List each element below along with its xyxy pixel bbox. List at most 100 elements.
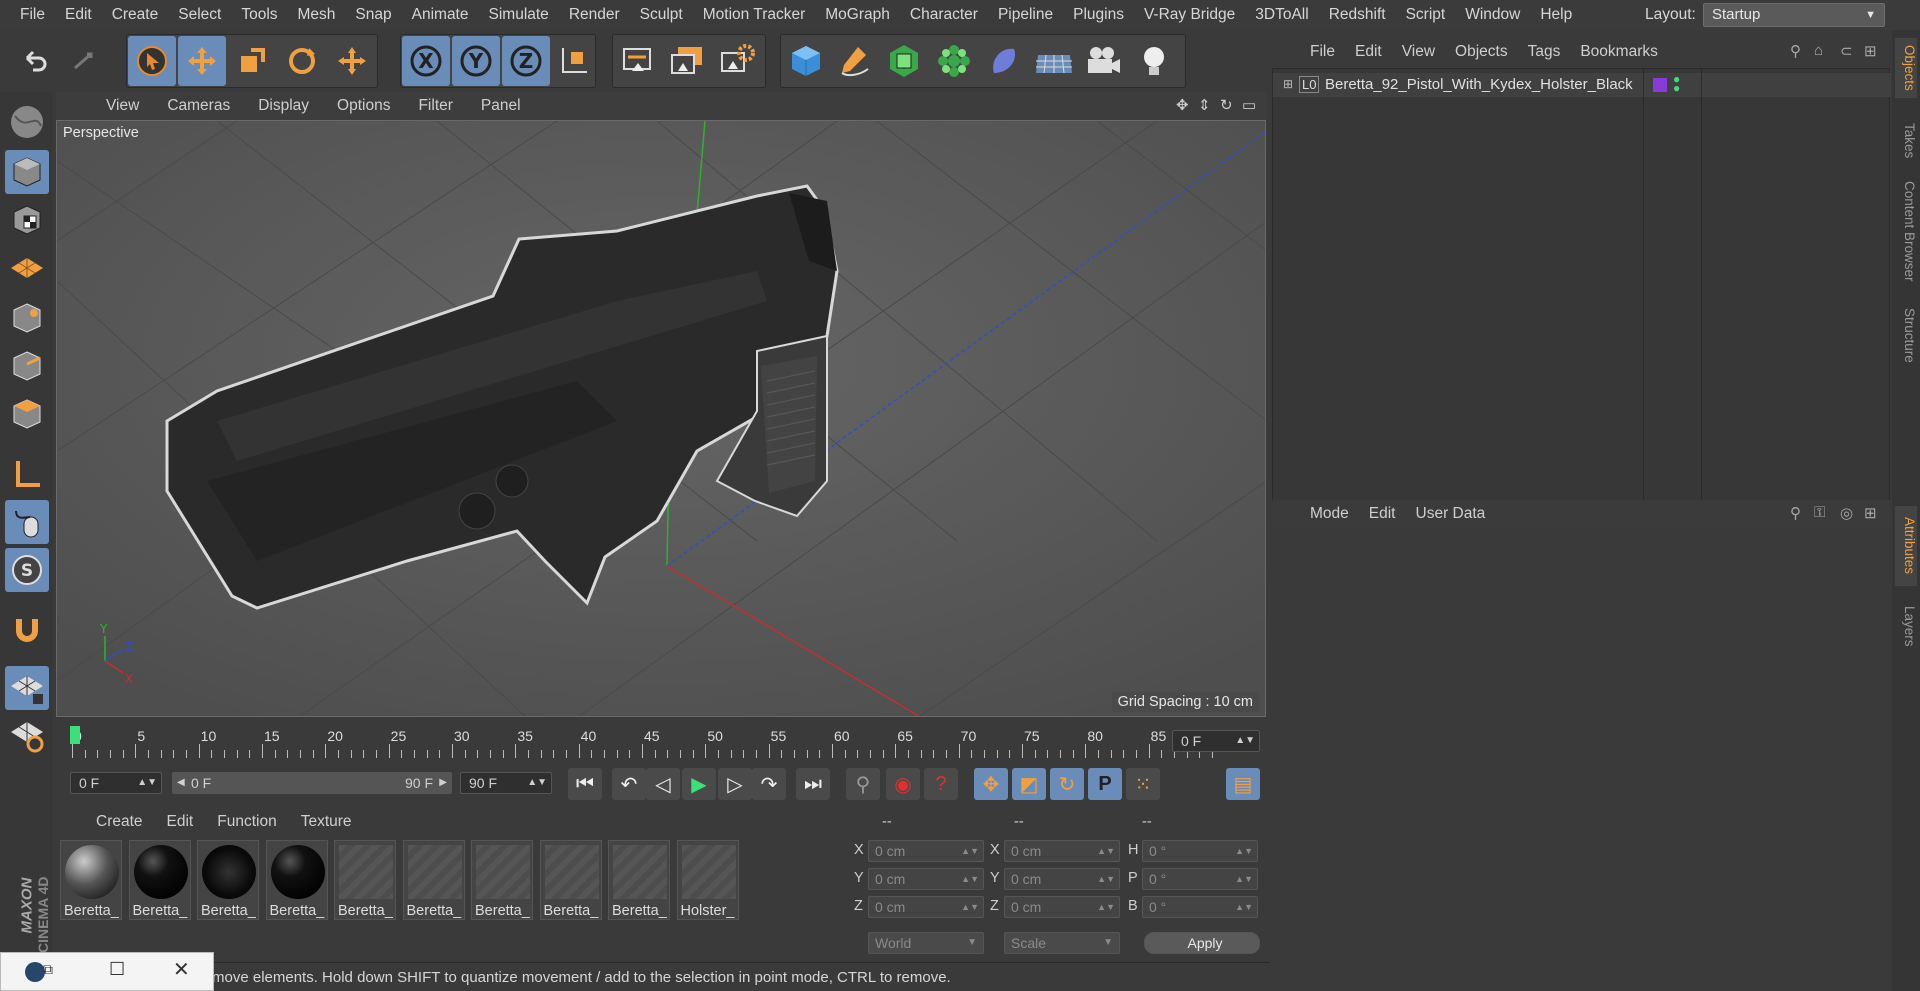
menu-3dtoall[interactable]: 3DToAll bbox=[1245, 0, 1318, 30]
solo-button[interactable]: S bbox=[5, 548, 49, 592]
world-dropdown[interactable]: World ▼ bbox=[868, 932, 984, 954]
y-axis-button[interactable]: Y bbox=[452, 36, 500, 86]
menu-select[interactable]: Select bbox=[168, 0, 231, 30]
menu-v-ray-bridge[interactable]: V-Ray Bridge bbox=[1134, 0, 1245, 30]
render-picture-viewer-button[interactable] bbox=[664, 36, 712, 86]
cube-button[interactable] bbox=[782, 36, 830, 86]
material-menu-create[interactable]: Create bbox=[84, 813, 155, 831]
locked-workplane-button[interactable] bbox=[5, 666, 49, 710]
zoom-view-icon[interactable]: ⇕ bbox=[1198, 96, 1211, 114]
target-icon[interactable]: ◎ bbox=[1840, 504, 1853, 522]
move-view-icon[interactable]: ✥ bbox=[1176, 96, 1189, 114]
subdivision-button[interactable] bbox=[880, 36, 928, 86]
viewport-menu-options[interactable]: Options bbox=[323, 97, 404, 115]
coord-value-field[interactable]: 0 cm ▲▼ bbox=[1004, 896, 1120, 918]
previous-key-button[interactable]: ↶ bbox=[612, 768, 646, 800]
material-swatch[interactable]: Holster_ bbox=[676, 840, 739, 920]
menu-window[interactable]: Window bbox=[1455, 0, 1530, 30]
coord-value-field[interactable]: 0 cm ▲▼ bbox=[1004, 840, 1120, 862]
menu-plugins[interactable]: Plugins bbox=[1063, 0, 1134, 30]
menu-create[interactable]: Create bbox=[102, 0, 169, 30]
menu-mograph[interactable]: MoGraph bbox=[815, 0, 900, 30]
snap-button[interactable] bbox=[5, 608, 49, 652]
menu-file[interactable]: File bbox=[10, 0, 55, 30]
workplane-button[interactable] bbox=[5, 246, 49, 290]
play-button[interactable]: ▶ bbox=[682, 768, 716, 800]
key-scale-button[interactable]: ◩ bbox=[1012, 768, 1046, 800]
layout-select[interactable]: Startup ▼ bbox=[1703, 3, 1885, 27]
menu-animate[interactable]: Animate bbox=[402, 0, 479, 30]
menu-character[interactable]: Character bbox=[900, 0, 988, 30]
menu-help[interactable]: Help bbox=[1530, 0, 1582, 30]
menu-script[interactable]: Script bbox=[1396, 0, 1456, 30]
material-swatch[interactable]: Beretta_ bbox=[539, 840, 602, 920]
visibility-dots-icon[interactable]: ● ● bbox=[1673, 73, 1680, 94]
go-to-end-button[interactable]: ⏭ bbox=[796, 768, 830, 800]
tweak-mode-button[interactable] bbox=[5, 500, 49, 544]
object-list[interactable]: ⊞ L0 Beretta_92_Pistol_With_Kydex_Holste… bbox=[1272, 68, 1891, 525]
material-swatch[interactable]: Beretta_ bbox=[471, 840, 533, 920]
next-key-button[interactable]: ↷ bbox=[752, 768, 786, 800]
deformer-button[interactable] bbox=[980, 36, 1028, 86]
tab-structure[interactable]: Structure bbox=[1895, 300, 1917, 370]
x-axis-button[interactable]: X bbox=[402, 36, 450, 86]
render-settings-button[interactable] bbox=[714, 36, 762, 86]
coord-value-field[interactable]: 0 cm ▲▼ bbox=[868, 840, 984, 862]
menu-tools[interactable]: Tools bbox=[231, 0, 287, 30]
material-swatch[interactable]: Beretta_ bbox=[197, 840, 259, 920]
material-swatch[interactable]: Beretta_ bbox=[334, 840, 396, 920]
lock-icon[interactable]: ⚿ bbox=[1814, 504, 1825, 521]
tab-content-browser[interactable]: Content Browser bbox=[1895, 176, 1917, 286]
coord-value-field[interactable]: 0 ° ▲▼ bbox=[1142, 868, 1258, 890]
maximize-view-icon[interactable]: ▭ bbox=[1242, 96, 1256, 114]
undo-button[interactable] bbox=[10, 36, 58, 86]
back-icon[interactable]: ⊂ bbox=[1840, 42, 1853, 60]
autokey-button[interactable]: ◉ bbox=[886, 768, 920, 800]
redo-button[interactable] bbox=[60, 36, 108, 86]
object-menu-file[interactable]: File bbox=[1300, 43, 1345, 61]
texture-mode-button[interactable] bbox=[5, 198, 49, 242]
menu-sculpt[interactable]: Sculpt bbox=[630, 0, 693, 30]
menu-snap[interactable]: Snap bbox=[345, 0, 401, 30]
pen-button[interactable] bbox=[830, 36, 878, 86]
axis-mode-button[interactable] bbox=[5, 452, 49, 496]
search-icon[interactable]: ⚲ bbox=[1790, 504, 1801, 522]
material-swatch[interactable]: Beretta_ bbox=[402, 840, 465, 920]
select-tool-button[interactable] bbox=[128, 36, 176, 86]
material-menu-texture[interactable]: Texture bbox=[289, 813, 364, 831]
menu-edit[interactable]: Edit bbox=[55, 0, 102, 30]
menu-motion-tracker[interactable]: Motion Tracker bbox=[693, 0, 816, 30]
new-panel-icon[interactable]: ⊞ bbox=[1864, 42, 1877, 60]
key-position-button[interactable]: ✥ bbox=[974, 768, 1008, 800]
expand-icon[interactable]: ⊞ bbox=[1283, 77, 1293, 91]
coord-value-field[interactable]: 0 ° ▲▼ bbox=[1142, 840, 1258, 862]
coordinate-system-button[interactable] bbox=[550, 36, 598, 86]
coord-value-field[interactable]: 0 cm ▲▼ bbox=[1004, 868, 1120, 890]
search-icon[interactable]: ⚲ bbox=[1790, 42, 1801, 60]
new-panel-icon[interactable]: ⊞ bbox=[1864, 504, 1877, 522]
object-menu-edit[interactable]: Edit bbox=[1345, 43, 1392, 61]
key-rotation-button[interactable]: ↻ bbox=[1050, 768, 1084, 800]
planar-workplane-button[interactable] bbox=[5, 714, 49, 758]
camera-button[interactable] bbox=[1080, 36, 1128, 86]
material-swatch[interactable]: Beretta_ bbox=[128, 840, 191, 920]
edges-mode-button[interactable] bbox=[5, 344, 49, 388]
light-button[interactable] bbox=[1130, 36, 1178, 86]
material-swatch[interactable]: Beretta_ bbox=[60, 840, 122, 920]
coord-value-field[interactable]: 0 ° ▲▼ bbox=[1142, 896, 1258, 918]
material-swatch[interactable]: Beretta_ bbox=[608, 840, 670, 920]
object-name[interactable]: Beretta_92_Pistol_With_Kydex_Holster_Bla… bbox=[1325, 76, 1633, 93]
tab-attributes[interactable]: Attributes bbox=[1895, 506, 1917, 586]
menu-simulate[interactable]: Simulate bbox=[479, 0, 559, 30]
current-frame-field[interactable]: 0 F ▲▼ bbox=[1172, 730, 1260, 752]
rotate-view-icon[interactable]: ↻ bbox=[1220, 96, 1233, 114]
menu-render[interactable]: Render bbox=[559, 0, 630, 30]
restore-icon[interactable]: ⧉ bbox=[43, 961, 53, 978]
viewport-menu-view[interactable]: View bbox=[92, 97, 153, 115]
attribute-menu-mode[interactable]: Mode bbox=[1300, 505, 1359, 523]
close-icon[interactable]: ✕ bbox=[173, 957, 190, 982]
scale-tool-button[interactable] bbox=[228, 36, 276, 86]
coord-value-field[interactable]: 0 cm ▲▼ bbox=[868, 896, 984, 918]
scale-dropdown[interactable]: Scale ▼ bbox=[1004, 932, 1120, 954]
object-menu-bookmarks[interactable]: Bookmarks bbox=[1570, 43, 1668, 61]
